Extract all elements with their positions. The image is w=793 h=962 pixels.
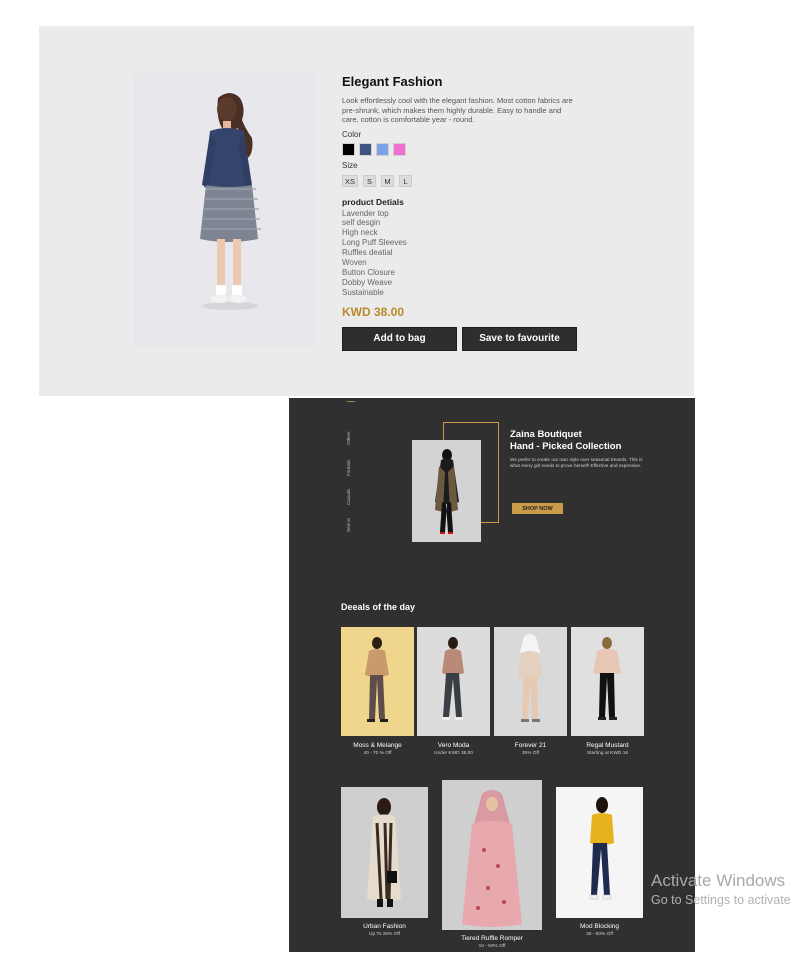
collection-image [442, 780, 542, 930]
details-heading: product Detials [342, 196, 404, 207]
detail-item: Long Puff Sleeves [342, 238, 407, 248]
product-title: Elegant Fashion [342, 74, 443, 89]
storefront-page: Others Formals Casuals New In Zaina Bout… [289, 398, 695, 952]
detail-item: Button Closure [342, 267, 395, 277]
deal-offer: Starting at KWD 16 [586, 751, 629, 756]
watermark-line-2: Go to Settings to activate Windows. [651, 893, 793, 907]
size-options: XS S M L [342, 174, 642, 187]
detail-item: Ruffles deatial [342, 248, 393, 258]
detail-item: Woven [342, 258, 367, 268]
collection-name: Urban Fashion [363, 923, 406, 930]
collection-image [556, 787, 643, 918]
nav-item-new-in[interactable]: New In [346, 515, 356, 535]
deal-offer: Under KWD 38.00 [434, 751, 473, 756]
deal-offer: 40 - 70 % Off [363, 751, 392, 756]
nav-item-casuals[interactable]: Casuals [346, 487, 356, 507]
hero-copy: We prefer to create our own style over s… [510, 457, 643, 468]
deal-image [417, 627, 490, 736]
girl-dress-image [134, 73, 316, 348]
product-price: KWD 38.00 [342, 304, 405, 319]
detail-item: Sustainable [342, 287, 384, 297]
product-detail-panel: Elegant Fashion Look effortlessly cool w… [39, 26, 694, 396]
deal-name: Vero Moda [437, 742, 470, 749]
nav-item-others[interactable]: Others [346, 428, 356, 448]
collection-image [341, 787, 428, 918]
product-actions: Add to bag Save to favourite [342, 326, 642, 351]
detail-item: Dobby Weave [342, 277, 393, 287]
deal-card-forever-21[interactable]: Forever 21 35% Off [494, 627, 567, 756]
abaya-model-image [412, 440, 481, 542]
deal-card-regal-mustard[interactable]: Regal Mustard Starting at KWD 16 [571, 627, 644, 756]
detail-item: self desgin [342, 218, 381, 228]
size-m[interactable]: M [381, 174, 395, 187]
deal-card-moss-melange[interactable]: Moss & Melange 40 - 70 % Off [341, 627, 414, 756]
watermark-line-1: Activate Windows [651, 871, 786, 890]
collection-name: Tiered Ruffle Romper [461, 935, 523, 942]
details-list: Lavender top self desgin High neck Long … [342, 209, 642, 298]
color-swatch-blue[interactable] [376, 142, 389, 156]
color-swatch-navy[interactable] [359, 142, 372, 156]
collection-card-tiered-ruffle-romper[interactable]: Tiered Ruffle Romper 10 - 50% Off [442, 780, 542, 949]
nav-item-formals[interactable]: Formals [346, 458, 356, 478]
deals-heading: Deeals of the day [341, 602, 416, 612]
deal-name: Forever 21 [514, 742, 547, 749]
collection-offer: 30 - 60% Off [586, 932, 613, 937]
detail-item: High neck [342, 228, 378, 238]
product-photo [134, 73, 316, 348]
add-to-bag-button[interactable]: Add to bag [342, 326, 457, 351]
color-swatch-black[interactable] [342, 142, 355, 156]
color-swatches [342, 142, 642, 156]
collection-offer: 10 - 50% Off [478, 944, 506, 949]
hero-photo [412, 440, 481, 542]
hero-text: Zaina Boutiquet Hand - Picked Collection… [510, 429, 685, 468]
deal-image [341, 627, 414, 736]
windows-activation-watermark: Activate Windows Go to Settings to activ… [651, 871, 793, 907]
deal-offer: 35% Off [521, 751, 540, 756]
product-description: Look effortlessly cool with the elegant … [342, 96, 573, 124]
collection-card-urban-fashion[interactable]: Urban Fashion Up To 26% Off [341, 787, 428, 937]
hero-tagline: Hand - Picked Collection [510, 441, 622, 452]
chevron-up-icon [347, 398, 355, 402]
product-info: Elegant Fashion Look effortlessly cool w… [342, 73, 642, 351]
detail-item: Lavender top [342, 208, 389, 218]
deal-image [494, 627, 567, 736]
hero-brand: Zaina Boutiquet [510, 429, 582, 440]
color-swatch-pink[interactable] [393, 142, 406, 156]
deal-card-vero-moda[interactable]: Vero Moda Under KWD 38.00 [417, 627, 490, 756]
deal-name: Moss & Melange [353, 742, 402, 749]
deal-name: Regal Mustard [586, 742, 629, 749]
collection-offer: Up To 26% Off [368, 932, 401, 937]
size-label: Size [342, 160, 358, 170]
size-xs[interactable]: XS [342, 174, 359, 187]
size-l[interactable]: L [399, 174, 413, 187]
collection-card-mod-blocking[interactable]: Mod Blocking 30 - 60% Off [556, 787, 643, 937]
color-label: Color [342, 129, 362, 139]
shop-now-button[interactable]: SHOP NOW [512, 503, 563, 514]
save-to-favourite-button[interactable]: Save to favourite [462, 326, 577, 351]
deal-image [571, 627, 644, 736]
collection-name: Mod Blocking [579, 923, 620, 930]
size-s[interactable]: S [363, 174, 377, 187]
